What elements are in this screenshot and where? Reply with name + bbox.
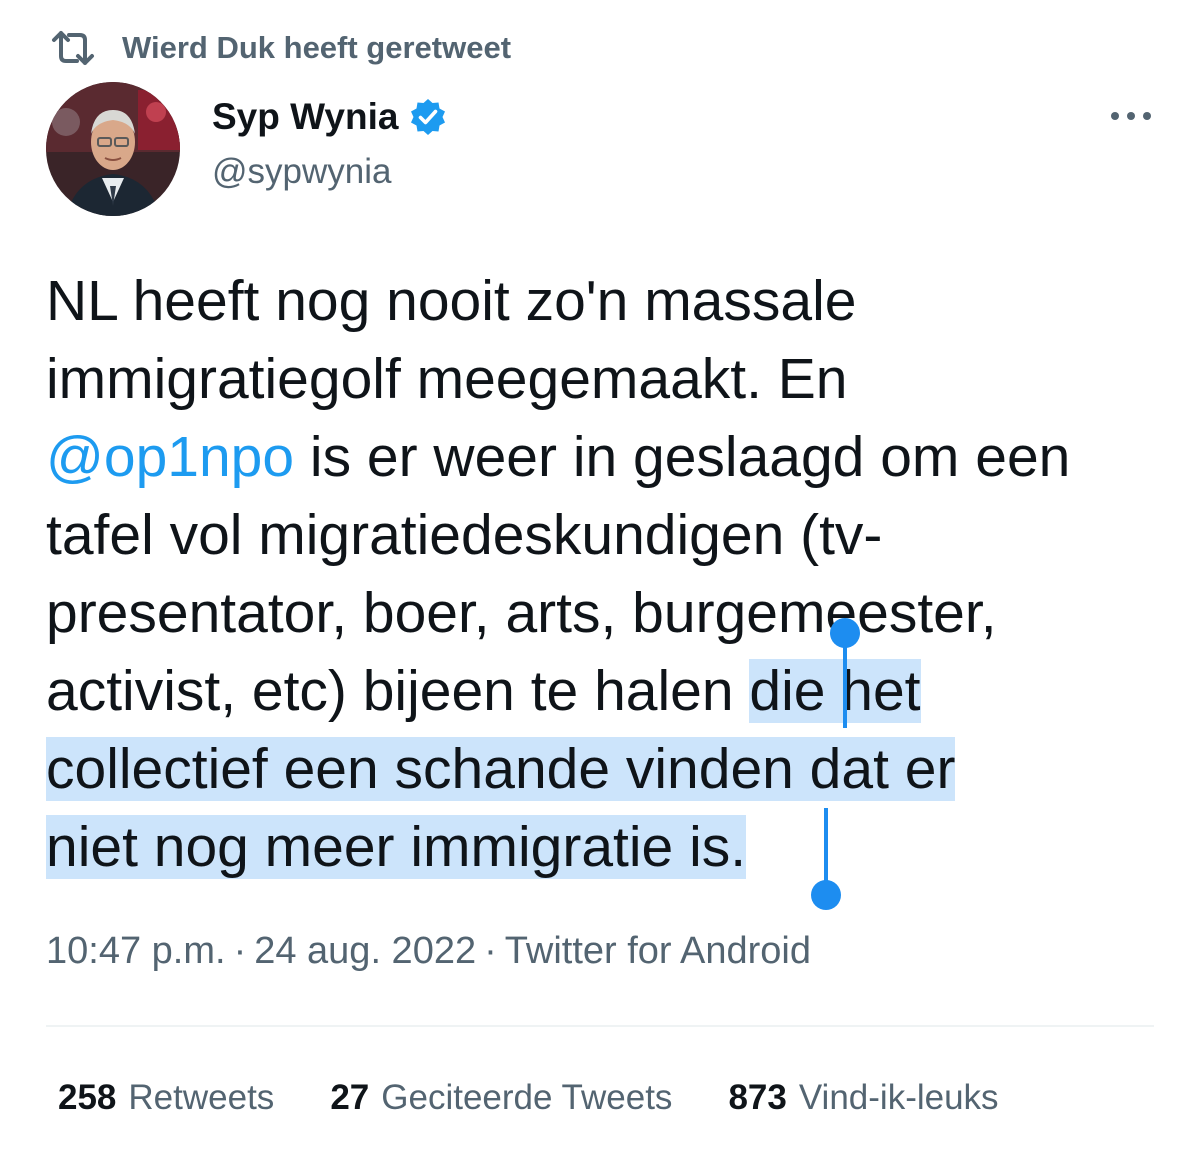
tweet-stats: 258 Retweets 27 Geciteerde Tweets 873 Vind-… bbox=[58, 1078, 1055, 1118]
selected-text: niet nog meer immigratie is. bbox=[46, 815, 747, 879]
avatar-image bbox=[46, 82, 180, 216]
tweet-line-text: activist, etc) bijeen te halen bbox=[46, 659, 750, 723]
divider bbox=[46, 1025, 1154, 1027]
retweet-context[interactable]: Wierd Duk heeft geretweet bbox=[50, 26, 511, 70]
meta-separator: · bbox=[233, 930, 247, 972]
tweet-line: activist, etc) bijeen te halen die het bbox=[46, 652, 1166, 730]
tweet-text: NL heeft nog nooit zo'n massale immigrat… bbox=[46, 262, 1166, 886]
retweets-count: 258 bbox=[58, 1078, 117, 1117]
retweet-icon bbox=[52, 31, 94, 65]
quote-tweets-label: Geciteerde Tweets bbox=[381, 1078, 673, 1117]
tweet-line-text: is er weer in geslaagd om een bbox=[294, 425, 1071, 489]
mention-link[interactable]: @op1npo bbox=[46, 425, 294, 489]
tweet-line: collectief een schande vinden dat er bbox=[46, 730, 1166, 808]
tweet-line: niet nog meer immigratie is. bbox=[46, 808, 1166, 886]
tweet-line: presentator, boer, arts, burgemeester, bbox=[46, 581, 997, 645]
retweets-label: Retweets bbox=[128, 1078, 275, 1117]
tweet-line: immigratiegolf meegemaakt. En bbox=[46, 347, 848, 411]
tweet-date[interactable]: 24 aug. 2022 bbox=[254, 930, 476, 972]
tweet-source[interactable]: Twitter for Android bbox=[505, 930, 811, 972]
selection-start-handle-bar[interactable] bbox=[843, 640, 847, 728]
quote-tweets-count: 27 bbox=[330, 1078, 370, 1117]
avatar[interactable] bbox=[46, 82, 180, 216]
more-dots-icon[interactable] bbox=[1108, 106, 1154, 126]
likes-stat[interactable]: 873 Vind-ik-leuks bbox=[728, 1078, 998, 1118]
tweet-meta: 10:47 p.m. · 24 aug. 2022 · Twitter for Andr… bbox=[46, 930, 811, 973]
selected-text: die het bbox=[749, 659, 921, 723]
tweet-line: NL heeft nog nooit zo'n massale bbox=[46, 269, 857, 333]
tweet-line: tafel vol migratiedeskundigen (tv- bbox=[46, 503, 883, 567]
selected-text: collectief een schande vinden dat er bbox=[46, 737, 956, 801]
likes-count: 873 bbox=[728, 1078, 787, 1117]
tweet-time[interactable]: 10:47 p.m. bbox=[46, 930, 226, 972]
verified-badge-icon bbox=[411, 99, 446, 135]
meta-separator: · bbox=[484, 930, 497, 972]
tweet-line: @op1npo is er weer in geslaagd om een bbox=[46, 418, 1166, 496]
author-name-row[interactable]: Syp Wynia bbox=[212, 94, 448, 140]
likes-label: Vind-ik-leuks bbox=[798, 1078, 999, 1117]
author-name: Syp Wynia bbox=[212, 96, 399, 137]
selection-end-handle[interactable] bbox=[811, 880, 841, 910]
retweet-context-text: Wierd Duk heeft geretweet bbox=[122, 30, 512, 65]
quote-tweets-stat[interactable]: 27 Geciteerde Tweets bbox=[330, 1078, 672, 1118]
retweets-stat[interactable]: 258 Retweets bbox=[58, 1078, 274, 1118]
author-handle[interactable]: @sypwynia bbox=[212, 152, 391, 192]
selection-start-handle[interactable] bbox=[830, 618, 860, 648]
